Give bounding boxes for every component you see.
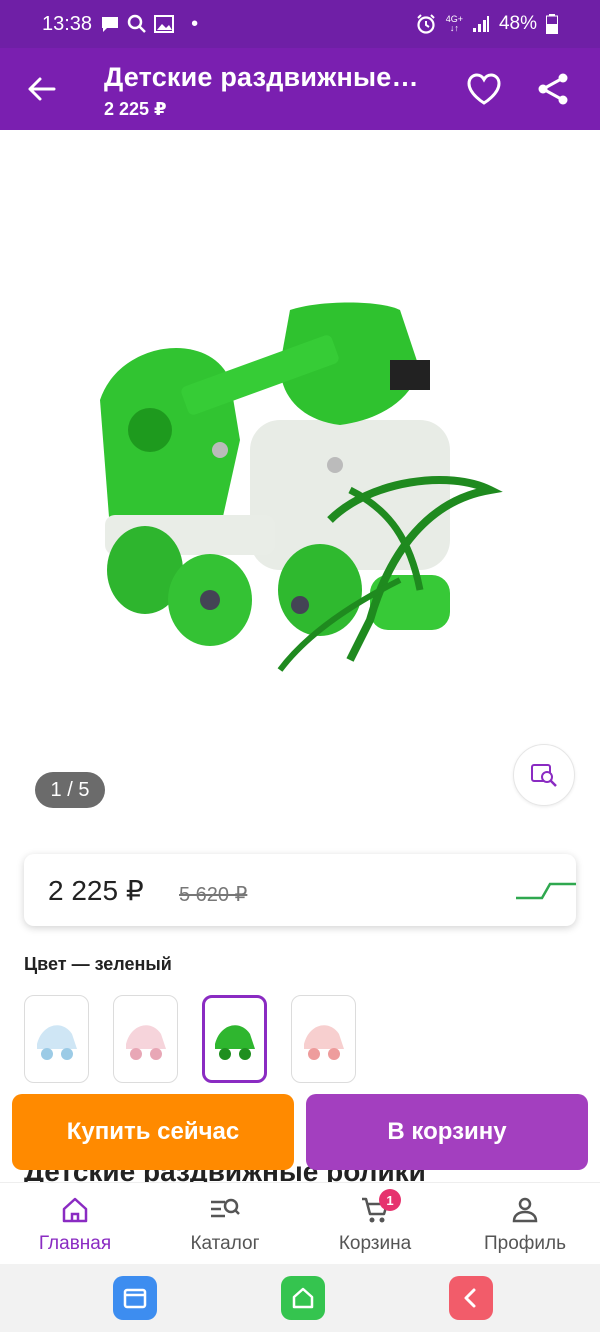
- status-bar: 13:38 • 4G+ ↓↑ 48%: [0, 0, 600, 48]
- back-chevron-icon: [464, 1288, 476, 1308]
- swatch-thumbnail: [125, 1025, 166, 1060]
- back-arrow-icon[interactable]: [24, 72, 58, 106]
- color-label: Цвет — зеленый: [24, 954, 172, 974]
- bottom-navigation: Главная Каталог 1 Корзина Профиль: [0, 1182, 600, 1264]
- signal-icon: [472, 16, 489, 32]
- nav-item-cart[interactable]: 1 Корзина: [300, 1183, 450, 1265]
- profile-icon: [512, 1197, 538, 1223]
- dot-icon: •: [191, 12, 199, 35]
- image-icon: [154, 15, 175, 33]
- favorite-heart-icon[interactable]: [466, 72, 502, 106]
- battery-percent: 48%: [498, 13, 537, 34]
- alarm-icon: [416, 14, 435, 34]
- home-system-icon: [292, 1287, 314, 1309]
- system-navigation-bar: [0, 1264, 600, 1332]
- share-icon[interactable]: [536, 72, 570, 106]
- catalog-search-icon: [211, 1198, 240, 1218]
- network-type: 4G+ ↓↑: [445, 14, 463, 33]
- status-system-icons: 4G+ ↓↑ 48%: [415, 13, 558, 35]
- search-icon: [127, 14, 146, 33]
- product-image-gallery[interactable]: 1 / 5: [0, 130, 600, 830]
- product-image: [100, 302, 503, 672]
- recent-apps-icon: [123, 1288, 147, 1309]
- swatch-thumbnail: [214, 1025, 255, 1060]
- nav-item-home[interactable]: Главная: [0, 1183, 150, 1265]
- old-price: 5 620 ₽: [179, 884, 248, 906]
- recent-apps-button[interactable]: [113, 1276, 157, 1320]
- color-swatch-list: [24, 995, 356, 1083]
- nav-item-profile[interactable]: Профиль: [450, 1183, 600, 1265]
- price-history-chart-icon[interactable]: [514, 878, 578, 902]
- nav-item-catalog[interactable]: Каталог: [150, 1183, 300, 1265]
- product-page: 13:38 • 4G+ ↓↑ 48% Детские раздвижные… 2 …: [0, 0, 600, 1332]
- page-title: Детские раздвижные…: [104, 62, 419, 92]
- back-system-button[interactable]: [449, 1276, 493, 1320]
- battery-icon: [546, 14, 558, 34]
- color-swatch-pink[interactable]: [113, 995, 178, 1083]
- color-swatch-red[interactable]: [291, 995, 356, 1083]
- page-subtitle-price: 2 225 ₽: [104, 99, 167, 119]
- current-price: 2 225 ₽: [48, 875, 144, 906]
- price-card[interactable]: 2 225 ₽ 5 620 ₽: [24, 854, 576, 926]
- message-icon: [102, 17, 119, 32]
- app-bar: Детские раздвижные… 2 225 ₽: [0, 48, 600, 130]
- home-icon: [62, 1197, 88, 1223]
- swatch-thumbnail: [303, 1025, 344, 1060]
- status-time: 13:38: [42, 12, 93, 35]
- nav-label-cart: Корзина: [338, 1233, 412, 1254]
- color-swatch-blue[interactable]: [24, 995, 89, 1083]
- nav-label-home: Главная: [38, 1233, 112, 1254]
- swatch-thumbnail: [36, 1025, 77, 1060]
- cart-badge: 1: [379, 1189, 401, 1211]
- color-swatch-green[interactable]: [202, 995, 267, 1083]
- status-notification-icons: •: [100, 13, 198, 36]
- home-system-button[interactable]: [281, 1276, 325, 1320]
- buy-now-button[interactable]: Купить сейчас: [12, 1094, 294, 1170]
- nav-label-profile: Профиль: [483, 1233, 567, 1254]
- find-similar-button[interactable]: [513, 744, 575, 806]
- add-to-cart-button[interactable]: В корзину: [306, 1094, 588, 1170]
- image-counter: 1 / 5: [35, 772, 105, 808]
- nav-label-catalog: Каталог: [190, 1233, 260, 1254]
- image-search-icon: [531, 764, 557, 787]
